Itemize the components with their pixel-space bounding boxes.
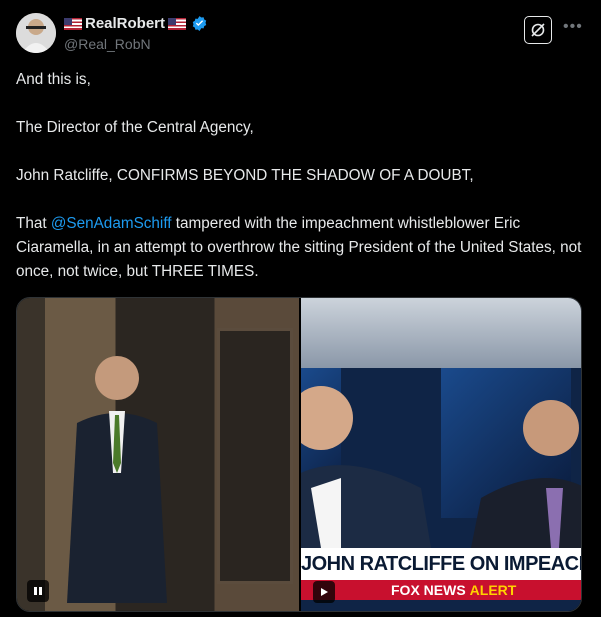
tweet-text-line: John Ratcliffe, CONFIRMS BEYOND THE SHAD… bbox=[16, 167, 474, 184]
alert-bar: FOX NEWS ALERT bbox=[301, 580, 581, 600]
us-flag-icon bbox=[168, 17, 187, 30]
pause-icon bbox=[34, 587, 42, 595]
anchors-figure bbox=[301, 386, 581, 548]
us-flag-icon bbox=[64, 17, 82, 30]
display-name[interactable]: RealRobert bbox=[85, 15, 165, 32]
tweet-text-paragraph: That @SenAdamSchiff tampered with the im… bbox=[16, 212, 586, 284]
tweet-text-line: The Director of the Central Agency, bbox=[16, 119, 254, 136]
mention-link[interactable]: @SenAdamSchiff bbox=[51, 215, 172, 232]
media-container[interactable]: JOHN RATCLIFFE ON IMPEACHMENT FOX NEWS A… bbox=[16, 297, 582, 612]
alert-brand: FOX NEWS bbox=[391, 582, 466, 598]
more-icon[interactable]: ••• bbox=[563, 18, 583, 36]
grok-icon bbox=[531, 23, 545, 37]
video-right-pane[interactable]: JOHN RATCLIFFE ON IMPEACHMENT FOX NEWS A… bbox=[301, 298, 581, 611]
play-button[interactable] bbox=[313, 581, 335, 603]
verified-badge-icon bbox=[192, 16, 207, 31]
person-figure bbox=[67, 356, 167, 603]
alert-word: ALERT bbox=[469, 582, 517, 598]
news-chyron: JOHN RATCLIFFE ON IMPEACHMENT bbox=[301, 548, 581, 580]
elevator-door bbox=[217, 328, 293, 584]
avatar[interactable] bbox=[16, 13, 56, 53]
author-handle[interactable]: @Real_RobN bbox=[64, 36, 151, 52]
pause-button[interactable] bbox=[27, 580, 49, 602]
grok-button[interactable] bbox=[524, 16, 552, 44]
video-left-pane[interactable] bbox=[17, 298, 299, 611]
tweet-text-prefix: That bbox=[16, 215, 51, 232]
author-name-row[interactable]: RealRobert bbox=[64, 15, 208, 32]
play-icon bbox=[321, 588, 328, 596]
tweet-text-line: And this is, bbox=[16, 71, 91, 88]
